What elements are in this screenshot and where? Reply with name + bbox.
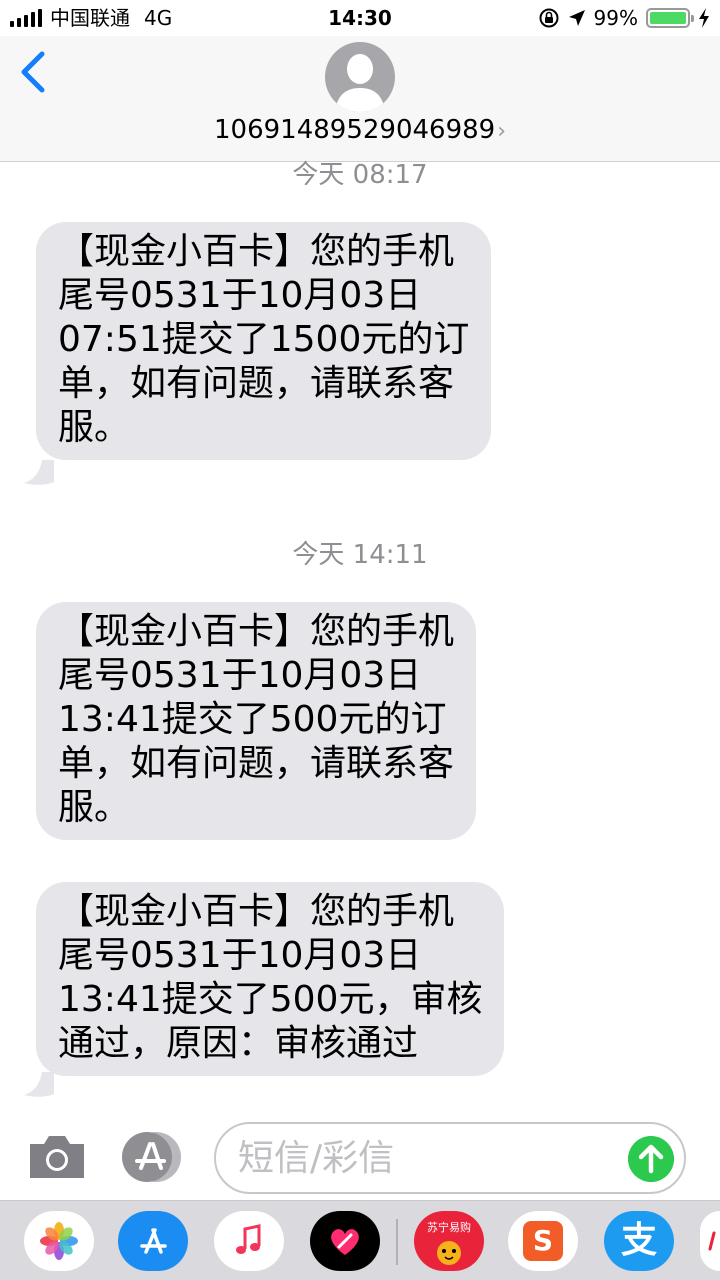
suning-label: 苏宁易购	[427, 1221, 471, 1234]
message-bubble[interactable]: 【现金小百卡】您的手机 尾号0531于10月03日 07:51提交了1500元的…	[36, 222, 492, 460]
person-silhouette-icon	[335, 54, 385, 112]
message-line: 【现金小百卡】您的手机	[58, 611, 455, 652]
message-line: 服。	[58, 407, 131, 448]
contact-chevron: ›	[497, 119, 507, 144]
status-bar: 中国联通 4G 14:30 99%	[0, 0, 720, 36]
sogou-label: S	[532, 1224, 554, 1257]
music-app-icon[interactable]	[214, 1211, 284, 1271]
message-line: 单，如有问题，请联系客	[58, 743, 455, 784]
chevron-left-icon[interactable]	[14, 50, 54, 94]
location-icon	[568, 10, 585, 26]
bubble-tail	[24, 460, 54, 485]
message-bubble[interactable]: 【现金小百卡】您的手机 尾号0531于10月03日 13:41提交了500元，审…	[36, 882, 505, 1076]
suning-app-icon[interactable]: 苏宁易购	[414, 1211, 484, 1271]
battery-percent: 99%	[593, 6, 638, 30]
alipay-app-icon[interactable]: 支	[604, 1211, 674, 1271]
rotation-lock-icon	[539, 8, 559, 28]
digital-touch-app-icon[interactable]	[310, 1211, 380, 1271]
more-app-partial-icon	[708, 1231, 716, 1251]
contact-number-text: 10691489529046989	[213, 115, 496, 145]
message-line: 【现金小百卡】您的手机	[58, 231, 455, 272]
bubble-tail	[24, 1072, 54, 1097]
message-input-placeholder: 短信/彩信	[238, 1138, 395, 1179]
timestamp: 今天 08:17	[292, 160, 428, 190]
message-line: 07:51提交了1500元的订	[58, 319, 470, 360]
charging-icon	[699, 8, 709, 28]
message-line: 尾号0531于10月03日	[58, 655, 422, 696]
message-line: 【现金小百卡】您的手机	[58, 891, 455, 932]
message-line: 13:41提交了500元的订	[58, 699, 447, 740]
timestamp: 今天 14:11	[292, 540, 428, 570]
message-line: 尾号0531于10月03日	[58, 275, 422, 316]
photos-app-icon[interactable]	[24, 1211, 94, 1271]
app-store-icon[interactable]	[120, 1130, 184, 1184]
conversation-header: 10691489529046989›	[0, 36, 720, 162]
message-line: 服。	[58, 787, 131, 828]
message-input[interactable]: 短信/彩信	[214, 1122, 686, 1194]
camera-icon[interactable]	[26, 1132, 88, 1182]
more-app-icon[interactable]	[700, 1211, 720, 1271]
app-store-app-icon[interactable]	[118, 1211, 188, 1271]
alipay-label: 支	[620, 1220, 657, 1261]
message-line: 尾号0531于10月03日	[58, 935, 422, 976]
contact-number[interactable]: 10691489529046989›	[0, 114, 720, 148]
message-line: 单，如有问题，请联系客	[58, 363, 455, 404]
suning-lion-icon	[437, 1241, 461, 1265]
message-bubble[interactable]: 【现金小百卡】您的手机 尾号0531于10月03日 13:41提交了500元的订…	[36, 602, 477, 840]
heart-icon	[331, 1229, 359, 1255]
contact-avatar[interactable]	[325, 42, 395, 112]
send-arrow-icon[interactable]	[628, 1136, 674, 1182]
message-composer: 短信/彩信	[0, 1108, 720, 1200]
sogou-app-icon[interactable]: S	[508, 1211, 578, 1271]
photos-flower-icon	[40, 1222, 78, 1260]
app-store-a-icon	[140, 1228, 167, 1254]
app-drawer: 苏宁易购 S 支	[0, 1200, 720, 1280]
sogou-badge: S	[523, 1221, 563, 1261]
music-note-icon	[236, 1224, 261, 1254]
drawer-divider	[396, 1219, 398, 1265]
message-line: 通过，原因：审核通过	[58, 1023, 419, 1064]
message-line: 13:41提交了500元，审核	[58, 979, 483, 1020]
battery-icon	[646, 8, 694, 28]
status-right: 99%	[538, 6, 710, 30]
